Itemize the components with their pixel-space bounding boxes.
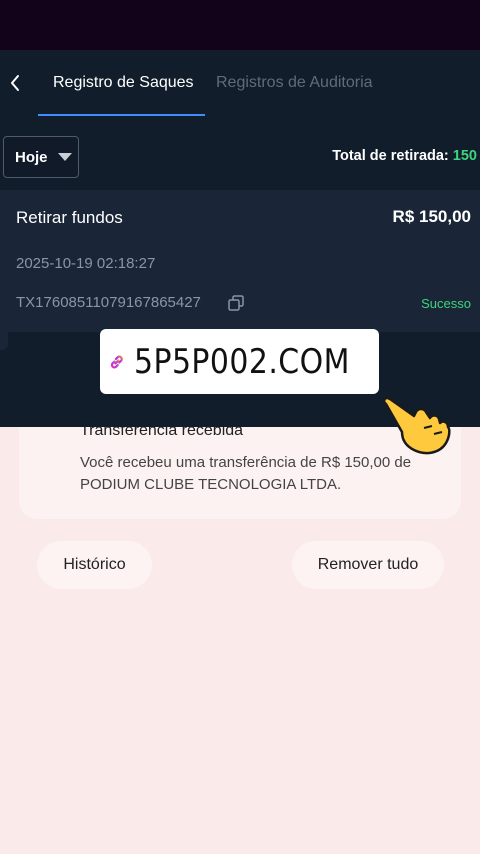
date-filter-select[interactable]: Hoje (3, 136, 79, 178)
status-bar (0, 0, 480, 50)
date-filter-value: Hoje (15, 148, 48, 166)
history-button[interactable]: Histórico (37, 541, 152, 589)
total-label: Total de retirada: (332, 148, 449, 164)
caret-down-icon (57, 153, 72, 161)
promo-banner: 5P5P002.COM (100, 329, 379, 394)
record-amount: R$ 150,00 (392, 207, 471, 226)
record-datetime: 2025-10-19 02:18:27 (16, 255, 156, 272)
chevron-left-icon (11, 75, 19, 91)
remove-all-button[interactable]: Remover tudo (292, 541, 444, 589)
total-withdrawn: Total de retirada: 150 (332, 148, 477, 164)
pointing-hand-icon (382, 396, 451, 455)
active-tab-indicator (38, 114, 205, 116)
side-drawer-handle[interactable] (0, 312, 8, 350)
withdraw-record-card[interactable]: Retirar fundos R$ 150,00 2025-10-19 02:1… (0, 190, 480, 332)
record-tx-id: TX17608511079167865427 (16, 294, 201, 311)
tab-audit-records[interactable]: Registros de Auditoria (216, 74, 373, 92)
copy-icon[interactable] (227, 294, 245, 312)
record-title: Retirar fundos (16, 208, 123, 227)
banner-url-text: 5P5P002.COM (133, 341, 350, 382)
back-button[interactable] (6, 70, 24, 96)
total-value: 150 (452, 148, 477, 164)
link-icon (110, 355, 123, 368)
tab-withdraw-records[interactable]: Registro de Saques (53, 74, 194, 92)
record-status: Sucesso (421, 296, 471, 311)
notification-body: Você recebeu uma transferência de R$ 150… (80, 454, 412, 493)
